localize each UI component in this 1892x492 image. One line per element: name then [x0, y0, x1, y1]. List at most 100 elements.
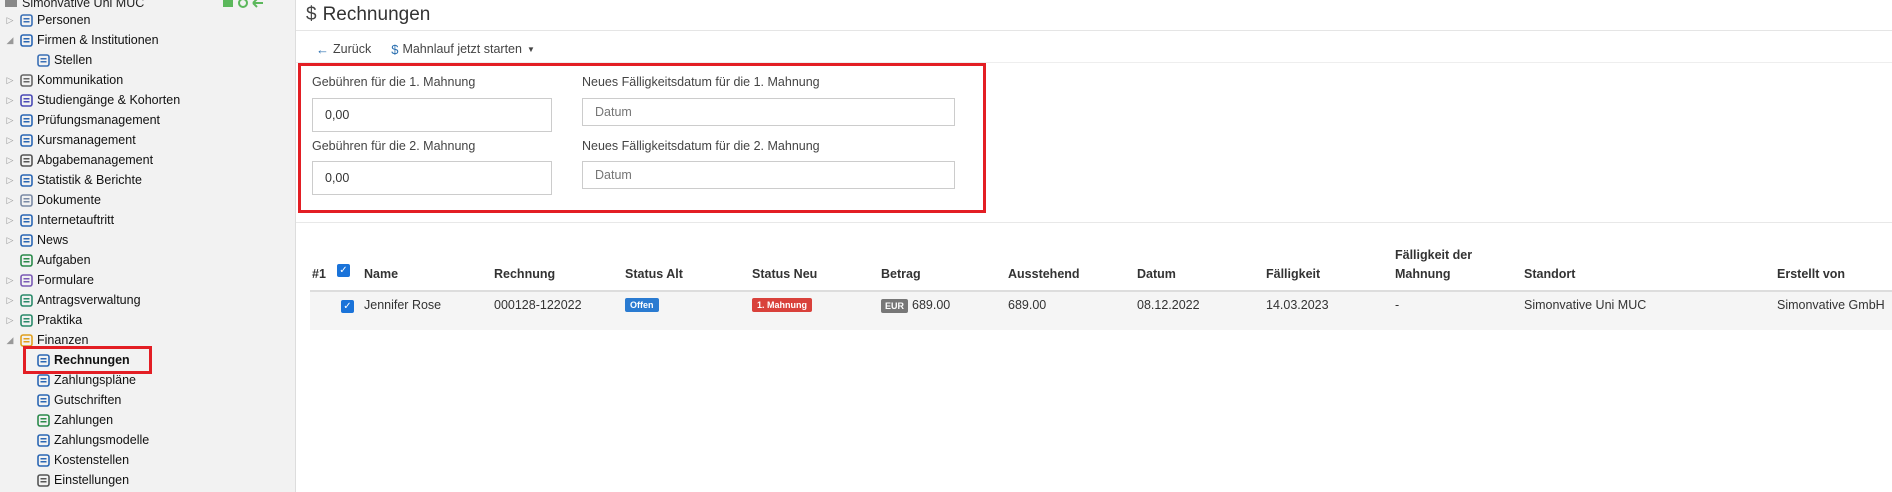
sidebar-item-stellen[interactable]: Stellen: [22, 50, 92, 70]
dollar-icon: $: [391, 41, 399, 57]
submission-icon: [18, 152, 34, 168]
sidebar-item-kursmanagement[interactable]: ▷ Kursmanagement: [5, 130, 136, 150]
sidebar-item-aufgaben[interactable]: Aufgaben: [5, 250, 91, 270]
expander-icon[interactable]: ▷: [5, 95, 15, 106]
graduation-cap-icon: [18, 92, 34, 108]
expander-icon[interactable]: ▷: [5, 195, 15, 206]
expander-icon[interactable]: ◢: [5, 35, 15, 46]
expander-icon[interactable]: ▷: [5, 135, 15, 146]
tree-collapse-icon[interactable]: [252, 0, 264, 8]
cell-dunning-due: -: [1395, 298, 1400, 312]
expander-icon[interactable]: ▷: [5, 215, 15, 226]
expander-icon[interactable]: ▷: [5, 275, 15, 286]
sidebar-item-label: Studiengänge & Kohorten: [37, 93, 181, 107]
sidebar-item-label: News: [37, 233, 69, 247]
expander-icon[interactable]: ▷: [5, 235, 15, 246]
sidebar-item-personen[interactable]: ▷ Personen: [5, 10, 91, 30]
sidebar-item-abgabemanagement[interactable]: ▷ Abgabemanagement: [5, 150, 154, 170]
col-number: #1: [312, 267, 326, 281]
sidebar-item-label: Aufgaben: [37, 253, 91, 267]
cell-amount: 689.00: [912, 298, 951, 312]
expander-icon[interactable]: ▷: [5, 15, 15, 26]
expander-icon[interactable]: ▷: [5, 75, 15, 86]
sidebar-item-statistik-berichte[interactable]: ▷ Statistik & Berichte: [5, 170, 142, 190]
col-invoice[interactable]: Rechnung: [494, 267, 555, 281]
sidebar-item-news[interactable]: ▷ News: [5, 230, 69, 250]
col-dunning-due-line2[interactable]: Mahnung: [1395, 267, 1451, 281]
grid-icon: [35, 432, 51, 448]
tag-icon: [35, 52, 51, 68]
tree-expand-icon[interactable]: [222, 0, 234, 7]
select-all-checkbox[interactable]: ✓: [337, 264, 350, 277]
institution-icon: [4, 0, 18, 11]
main-content: $ Rechnungen ← Zurück $ Mahnlauf jetzt s…: [296, 0, 1892, 492]
col-created-by[interactable]: Erstellt von: [1777, 267, 1845, 281]
highlight-dunning-form: [298, 63, 986, 213]
sidebar-item-einstellungen[interactable]: Einstellungen: [22, 470, 129, 490]
sidebar-item-label: Prüfungsmanagement: [37, 113, 160, 127]
page-header: $ Rechnungen: [296, 0, 1892, 31]
chevron-down-icon: ▼: [526, 44, 535, 54]
col-location[interactable]: Standort: [1524, 267, 1575, 281]
sidebar-item-label: Einstellungen: [54, 473, 130, 487]
credit-note-icon: [35, 392, 51, 408]
sidebar-item-antragsverwaltung[interactable]: ▷ Antragsverwaltung: [5, 290, 141, 310]
sidebar-item-kommunikation[interactable]: ▷ Kommunikation: [5, 70, 124, 90]
expander-icon[interactable]: ▷: [5, 115, 15, 126]
status-old-badge: Offen: [625, 298, 659, 312]
internship-icon: [18, 312, 34, 328]
tree-tools: [222, 0, 264, 8]
sidebar-item-firmen-institutionen[interactable]: ◢ Firmen & Institutionen: [5, 30, 159, 50]
cell-date: 08.12.2022: [1137, 298, 1200, 312]
form-icon: [18, 272, 34, 288]
expander-icon[interactable]: ▷: [5, 175, 15, 186]
expander-icon[interactable]: ▷: [5, 315, 15, 326]
expander-icon[interactable]: ▷: [5, 155, 15, 166]
sidebar-item-kostenstellen[interactable]: Kostenstellen: [22, 450, 129, 470]
sidebar-item-label: Gutschriften: [54, 393, 122, 407]
expander-icon[interactable]: ▷: [5, 295, 15, 306]
back-button[interactable]: ← Zurück: [316, 42, 371, 57]
row-checkbox[interactable]: ✓: [341, 300, 354, 313]
col-dunning-due-line1[interactable]: Fälligkeit der: [1395, 248, 1472, 262]
sidebar-item-praktika[interactable]: ▷ Praktika: [5, 310, 83, 330]
sidebar-item-dokumente[interactable]: ▷ Dokumente: [5, 190, 101, 210]
money-icon: [35, 412, 51, 428]
sidebar-item-studiengänge-kohorten[interactable]: ▷ Studiengänge & Kohorten: [5, 90, 181, 110]
toolbar: ← Zurück $ Mahnlauf jetzt starten ▼: [296, 36, 1892, 63]
col-due[interactable]: Fälligkeit: [1266, 267, 1320, 281]
cell-created-by: Simonvative GmbH: [1777, 298, 1885, 312]
col-name[interactable]: Name: [364, 267, 398, 281]
sidebar-item-gutschriften[interactable]: Gutschriften: [22, 390, 121, 410]
col-status-old[interactable]: Status Alt: [625, 267, 683, 281]
dunning-run-button[interactable]: $ Mahnlauf jetzt starten ▼: [391, 42, 535, 57]
expander-icon[interactable]: ◢: [5, 335, 15, 346]
col-status-new[interactable]: Status Neu: [752, 267, 817, 281]
sidebar-item-label: Antragsverwaltung: [37, 293, 141, 307]
sidebar-item-label: Statistik & Berichte: [37, 173, 142, 187]
clock-icon: [18, 252, 34, 268]
sidebar-item-internetauftritt[interactable]: ▷ Internetauftritt: [5, 210, 115, 230]
col-date[interactable]: Datum: [1137, 267, 1176, 281]
sidebar-item-label: Zahlungsmodelle: [54, 433, 150, 447]
divider: [296, 222, 1892, 223]
tree-refresh-icon[interactable]: [237, 0, 249, 8]
cell-name: Jennifer Rose: [364, 298, 442, 312]
sidebar-item-label: Stellen: [54, 53, 93, 67]
back-label: Zurück: [333, 42, 372, 56]
sidebar-item-label: Kostenstellen: [54, 453, 130, 467]
cost-center-icon: [35, 452, 51, 468]
sidebar-item-prüfungsmanagement[interactable]: ▷ Prüfungsmanagement: [5, 110, 160, 130]
sidebar-item-formulare[interactable]: ▷ Formulare: [5, 270, 94, 290]
sidebar-item-zahlungen[interactable]: Zahlungen: [22, 410, 113, 430]
sidebar-item-label: Firmen & Institutionen: [37, 33, 159, 47]
sidebar-item-zahlungsmodelle[interactable]: Zahlungsmodelle: [22, 430, 149, 450]
col-amount[interactable]: Betrag: [881, 267, 921, 281]
cell-invoice: 000128-122022: [494, 298, 582, 312]
col-outstanding[interactable]: Ausstehend: [1008, 267, 1080, 281]
people-icon: [18, 12, 34, 28]
application-icon: [18, 292, 34, 308]
bar-chart-icon: [18, 172, 34, 188]
highlight-rechnungen: [23, 346, 152, 374]
sidebar-item-label: Personen: [37, 13, 91, 27]
